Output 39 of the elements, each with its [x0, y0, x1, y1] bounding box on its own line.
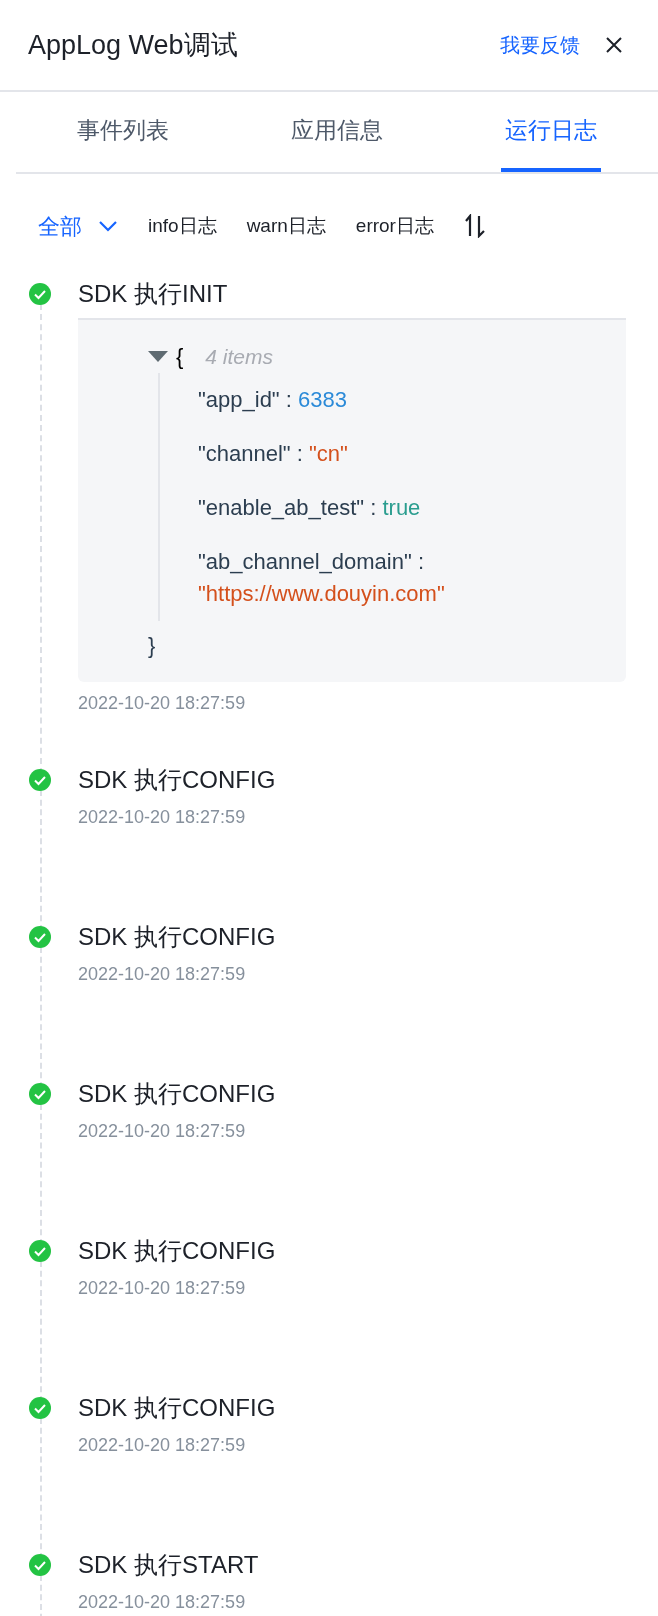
tab[interactable]: 事件列表 [73, 92, 173, 172]
log-title: SDK 执行CONFIG [78, 765, 277, 795]
tab[interactable]: 应用信息 [287, 92, 387, 172]
json-value: true [382, 495, 421, 520]
filter-option[interactable]: info日志 [148, 211, 217, 241]
log-title: SDK 执行CONFIG [78, 1079, 277, 1109]
filter-option[interactable]: warn日志 [246, 211, 326, 241]
json-key: "ab_channel_domain" : [198, 549, 424, 574]
json-value: 6383 [298, 387, 347, 412]
sort-icon[interactable] [463, 214, 486, 238]
filter-dropdown[interactable]: 全部 [38, 209, 118, 243]
json-value: "https://www.douyin.com" [198, 581, 445, 606]
log-title: SDK 执行CONFIG [78, 922, 277, 952]
log-title: SDK 执行INIT [78, 279, 229, 309]
json-key: "enable_ab_test" : [198, 495, 377, 520]
item-count: 4 items [205, 343, 274, 370]
json-toggle[interactable]: { 4 items [148, 340, 274, 373]
feedback-link[interactable]: 我要反馈 [500, 30, 580, 60]
triangle-icon [148, 350, 168, 363]
json-key: "app_id" : [198, 387, 292, 412]
timestamp: 2022-10-20 18:27:59 [78, 1120, 247, 1143]
log-title: SDK 执行START [78, 1550, 260, 1580]
tab[interactable]: 运行日志 [501, 92, 601, 172]
timestamp: 2022-10-20 18:27:59 [78, 1434, 247, 1457]
open-brace: { [176, 343, 184, 371]
log-title: SDK 执行CONFIG [78, 1236, 277, 1266]
log-title: SDK 执行CONFIG [78, 1393, 277, 1423]
timestamp: 2022-10-20 18:27:59 [78, 1591, 247, 1614]
close-brace: } [148, 632, 157, 660]
timestamp: 2022-10-20 18:27:59 [78, 1277, 247, 1300]
timestamp: 2022-10-20 18:27:59 [78, 963, 247, 986]
timestamp: 2022-10-20 18:27:59 [78, 806, 247, 829]
close-icon[interactable] [604, 35, 624, 55]
caret-icon [98, 220, 118, 232]
filter-option[interactable]: error日志 [355, 211, 434, 241]
json-value: "cn" [309, 441, 348, 466]
window-title: AppLog Web调试 [28, 28, 238, 62]
timestamp: 2022-10-20 18:27:59 [78, 692, 247, 715]
json-key: "channel" : [198, 441, 303, 466]
